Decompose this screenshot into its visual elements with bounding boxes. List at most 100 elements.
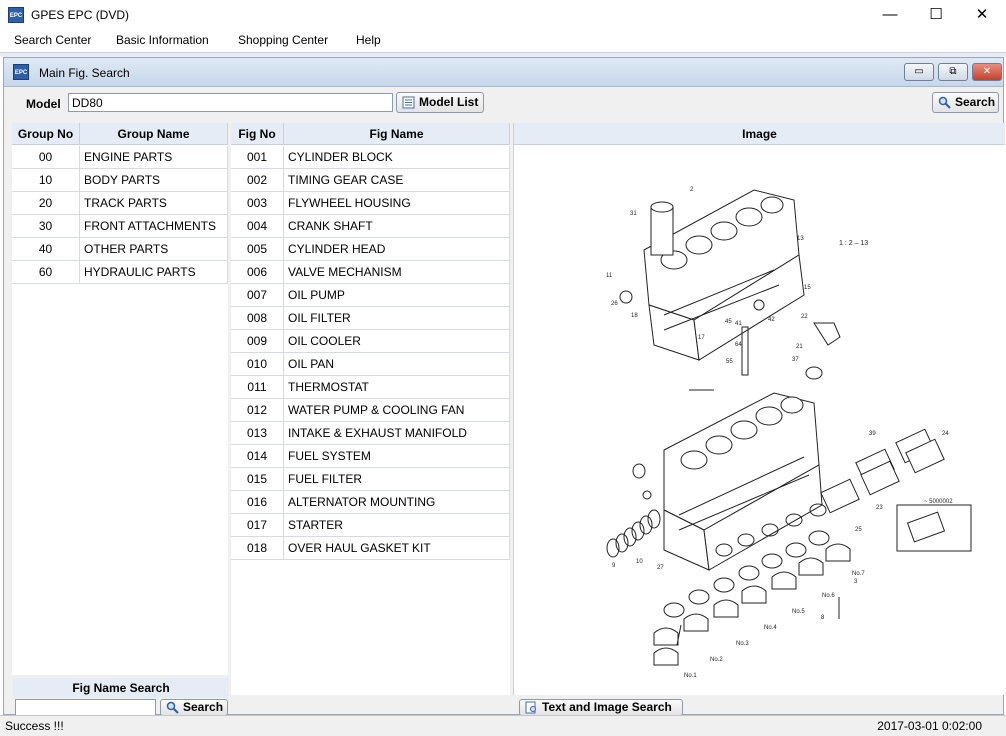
cylinder-block-top xyxy=(619,189,841,418)
fig-row[interactable]: 013 INTAKE & EXHAUST MANIFOLD xyxy=(231,422,510,445)
fig-name-search-header: Fig Name Search xyxy=(13,678,229,698)
search-button[interactable]: Search xyxy=(932,92,999,113)
callout-17: 17 xyxy=(698,335,705,341)
group-row[interactable]: 60 HYDRAULIC PARTS xyxy=(12,261,228,284)
window-title: GPES EPC (DVD) xyxy=(31,8,130,22)
child-title-bar: EPC Main Fig. Search ▭ ⧉ ✕ xyxy=(4,58,1003,87)
menu-help[interactable]: Help xyxy=(356,33,381,47)
callout-9: 9 xyxy=(612,563,616,569)
group-row[interactable]: 30 FRONT ATTACHMENTS xyxy=(12,215,228,238)
menu-search-center[interactable]: Search Center xyxy=(14,33,91,47)
callout-no2: No.2 xyxy=(710,657,723,663)
fig-name-cell: OIL FILTER xyxy=(284,307,510,329)
callout-21: 21 xyxy=(796,344,803,350)
fig-no-cell: 010 xyxy=(231,353,284,375)
fig-name-search-input[interactable] xyxy=(15,699,156,716)
search-label: Search xyxy=(955,95,996,109)
fig-no-cell: 007 xyxy=(231,284,284,306)
fig-name-search-label: Search xyxy=(183,700,224,714)
group-no-cell: 20 xyxy=(12,192,80,214)
col-group-name[interactable]: Group Name xyxy=(80,123,228,145)
fig-no-cell: 009 xyxy=(231,330,284,352)
fig-name-cell: VALVE MECHANISM xyxy=(284,261,510,283)
child-restore-button[interactable]: ⧉ xyxy=(938,63,968,81)
fig-row[interactable]: 007 OIL PUMP xyxy=(231,284,510,307)
seal-rings xyxy=(606,509,661,558)
col-fig-name[interactable]: Fig Name xyxy=(284,123,510,145)
child-window-title: Main Fig. Search xyxy=(39,66,130,80)
fig-name-cell: FUEL FILTER xyxy=(284,468,510,490)
fig-no-cell: 011 xyxy=(231,376,284,398)
main-fig-search-window: EPC Main Fig. Search ▭ ⧉ ✕ Model Model L… xyxy=(3,57,1005,716)
col-group-no[interactable]: Group No xyxy=(12,123,80,145)
fig-name-cell: FUEL SYSTEM xyxy=(284,445,510,467)
menu-shopping-center[interactable]: Shopping Center xyxy=(238,33,328,47)
image-panel: Image 31 2 13 11 26 18 45 41 42 15 22 64… xyxy=(513,123,1005,695)
fig-row[interactable]: 005 CYLINDER HEAD xyxy=(231,238,510,261)
fig-name-cell: WATER PUMP & COOLING FAN xyxy=(284,399,510,421)
fig-no-cell: 004 xyxy=(231,215,284,237)
child-app-icon: EPC xyxy=(13,64,29,80)
engine-exploded-diagram[interactable]: 31 2 13 11 26 18 45 41 42 15 22 64 21 55… xyxy=(514,145,1005,695)
callout-22: 22 xyxy=(801,314,808,320)
fig-row[interactable]: 017 STARTER xyxy=(231,514,510,537)
callout-23: 23 xyxy=(876,505,883,511)
fig-row[interactable]: 012 WATER PUMP & COOLING FAN xyxy=(231,399,510,422)
callout-25: 25 xyxy=(855,527,862,533)
fig-no-cell: 012 xyxy=(231,399,284,421)
minimize-button[interactable]: — xyxy=(867,0,913,31)
fig-table: Fig No Fig Name 001 CYLINDER BLOCK 002 TIMI… xyxy=(231,123,510,695)
model-list-button[interactable]: Model List xyxy=(396,92,484,113)
fig-name-cell: CYLINDER BLOCK xyxy=(284,146,510,168)
child-minimize-button[interactable]: ▭ xyxy=(904,63,934,81)
group-name-cell: TRACK PARTS xyxy=(80,192,228,214)
fig-no-cell: 006 xyxy=(231,261,284,283)
fig-row[interactable]: 004 CRANK SHAFT xyxy=(231,215,510,238)
fig-row[interactable]: 014 FUEL SYSTEM xyxy=(231,445,510,468)
fig-name-cell: OIL PUMP xyxy=(284,284,510,306)
group-row[interactable]: 10 BODY PARTS xyxy=(12,169,228,192)
fig-row[interactable]: 010 OIL PAN xyxy=(231,353,510,376)
fig-no-cell: 016 xyxy=(231,491,284,513)
fig-name-cell: FLYWHEEL HOUSING xyxy=(284,192,510,214)
fig-no-cell: 005 xyxy=(231,238,284,260)
fig-name-cell: CYLINDER HEAD xyxy=(284,238,510,260)
maximize-button[interactable]: ☐ xyxy=(913,0,959,31)
group-row[interactable]: 20 TRACK PARTS xyxy=(12,192,228,215)
fig-row[interactable]: 011 THERMOSTAT xyxy=(231,376,510,399)
callout-8: 8 xyxy=(821,615,825,621)
group-row[interactable]: 40 OTHER PARTS xyxy=(12,238,228,261)
callout-no7: No.7 xyxy=(852,571,865,577)
fig-row[interactable]: 008 OIL FILTER xyxy=(231,307,510,330)
fig-row[interactable]: 003 FLYWHEEL HOUSING xyxy=(231,192,510,215)
fig-row[interactable]: 002 TIMING GEAR CASE xyxy=(231,169,510,192)
callout-2: 2 xyxy=(690,187,694,193)
close-button[interactable]: ✕ xyxy=(959,0,1005,31)
callout-41: 41 xyxy=(735,321,742,327)
model-input[interactable] xyxy=(68,93,393,112)
callout-no5: No.5 xyxy=(792,609,805,615)
col-fig-no[interactable]: Fig No xyxy=(231,123,284,145)
group-no-cell: 00 xyxy=(12,146,80,168)
group-name-cell: HYDRAULIC PARTS xyxy=(80,261,228,283)
fig-name-cell: OIL COOLER xyxy=(284,330,510,352)
list-icon xyxy=(402,96,415,109)
fig-no-cell: 013 xyxy=(231,422,284,444)
fig-name-cell: THERMOSTAT xyxy=(284,376,510,398)
fig-row[interactable]: 015 FUEL FILTER xyxy=(231,468,510,491)
document-search-icon xyxy=(525,701,536,714)
fig-no-cell: 003 xyxy=(231,192,284,214)
callout-26: 26 xyxy=(611,301,618,307)
fig-no-cell: 001 xyxy=(231,146,284,168)
fig-row[interactable]: 006 VALVE MECHANISM xyxy=(231,261,510,284)
child-close-button[interactable]: ✕ xyxy=(972,63,1002,81)
fig-row[interactable]: 009 OIL COOLER xyxy=(231,330,510,353)
group-row[interactable]: 00 ENGINE PARTS xyxy=(12,146,228,169)
fig-name-search-button[interactable]: Search xyxy=(160,699,228,716)
fig-row[interactable]: 016 ALTERNATOR MOUNTING xyxy=(231,491,510,514)
fig-row[interactable]: 018 OVER HAUL GASKET KIT xyxy=(231,537,510,560)
text-image-search-button[interactable]: Text and Image Search xyxy=(519,699,683,716)
fig-no-cell: 015 xyxy=(231,468,284,490)
fig-row[interactable]: 001 CYLINDER BLOCK xyxy=(231,146,510,169)
menu-basic-information[interactable]: Basic Information xyxy=(116,33,209,47)
